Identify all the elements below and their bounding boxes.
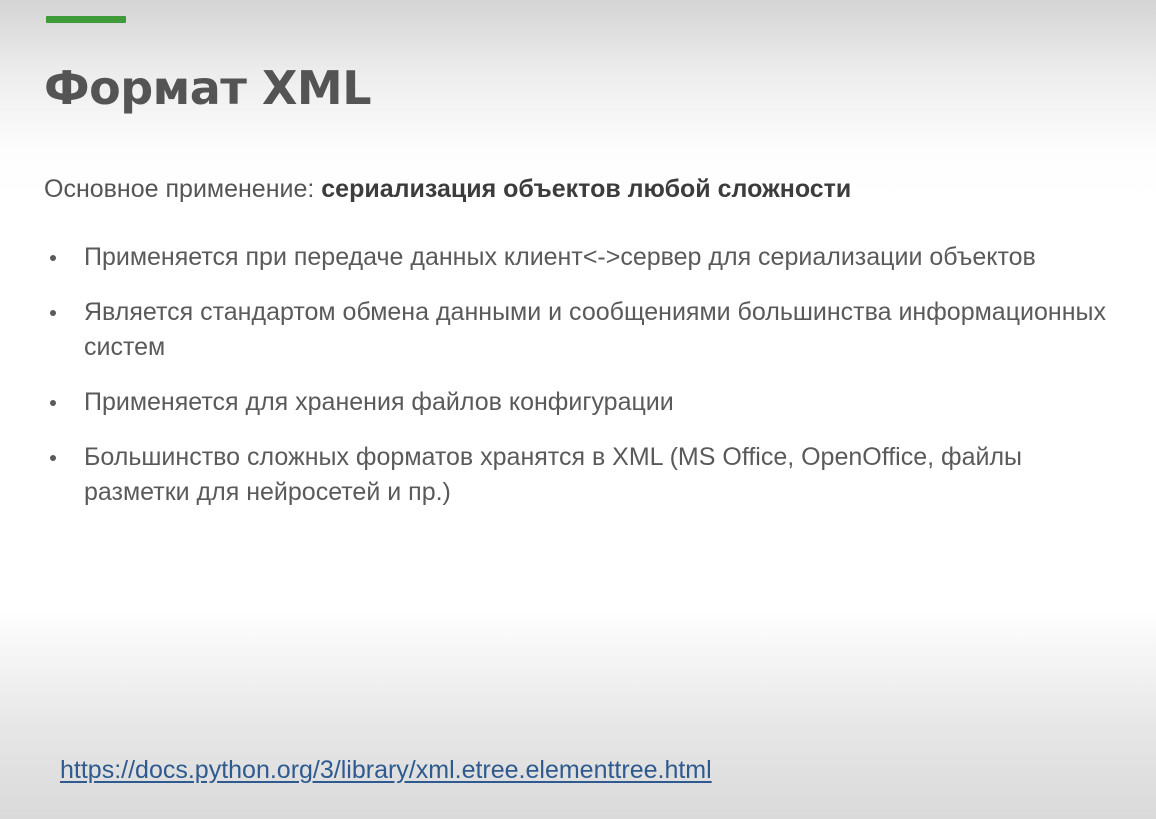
subtitle-bold-text: сериализация объектов любой сложности — [321, 175, 852, 203]
bullet-dot-icon — [50, 455, 56, 461]
bullet-text: Является стандартом обмена данными и соо… — [84, 298, 1106, 361]
bullet-dot-icon — [50, 400, 56, 406]
bullet-dot-icon — [50, 255, 56, 261]
slide: Формат XML Основное применение: сериализ… — [0, 0, 1156, 819]
slide-title: Формат XML — [44, 61, 372, 115]
bullet-item: Применяется при передаче данных клиент<-… — [0, 240, 1120, 275]
bullet-dot-icon — [50, 310, 56, 316]
bullet-item: Является стандартом обмена данными и соо… — [0, 295, 1120, 365]
bullet-text: Применяется для хранения файлов конфигур… — [84, 388, 674, 416]
subtitle-regular-text: Основное применение: — [44, 175, 322, 203]
bullet-list: Применяется при передаче данных клиент<-… — [0, 240, 1120, 530]
accent-bar — [46, 16, 126, 23]
bullet-text: Большинство сложных форматов хранятся в … — [84, 443, 1023, 506]
docs-link[interactable]: https://docs.python.org/3/library/xml.et… — [60, 756, 712, 785]
bullet-item: Большинство сложных форматов хранятся в … — [0, 440, 1120, 510]
bullet-text: Применяется при передаче данных клиент<-… — [84, 243, 1036, 271]
slide-subtitle: Основное применение: сериализация объект… — [44, 173, 851, 206]
bullet-item: Применяется для хранения файлов конфигур… — [0, 385, 1120, 420]
